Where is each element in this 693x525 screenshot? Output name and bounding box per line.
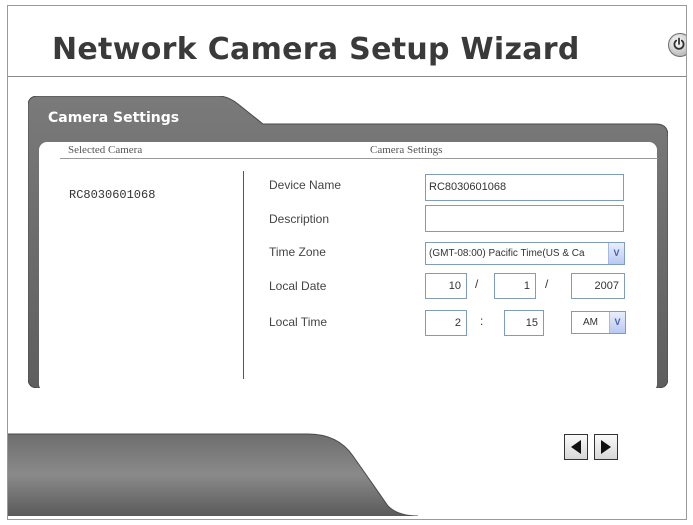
ampm-value: AM [583,317,598,328]
description-field[interactable] [425,205,624,232]
power-button[interactable] [668,33,686,57]
time-hour-field[interactable]: 2 [425,310,467,336]
camera-list-item[interactable]: RC8030601068 [69,188,155,202]
title-divider [8,76,686,77]
time-minute-field[interactable]: 15 [504,310,544,336]
time-zone-label: Time Zone [269,245,326,259]
date-day-field[interactable]: 1 [494,273,536,299]
footer-bar [8,433,419,516]
panel-tab-label: Camera Settings [48,110,180,126]
chevron-down-icon: V [609,312,625,333]
device-name-field[interactable]: RC8030601068 [425,174,624,201]
back-button[interactable] [564,434,588,460]
time-separator: : [480,314,484,328]
wizard-window: Network Camera Setup Wizard Camera Setti… [7,5,687,520]
header-divider [60,158,658,159]
power-icon [673,37,685,50]
device-name-label: Device Name [269,178,342,192]
date-year-field[interactable]: 2007 [571,273,625,299]
right-arrow-icon [601,440,611,454]
local-time-label: Local Time [269,315,328,329]
chevron-down-icon: V [608,243,624,264]
description-label: Description [269,212,330,226]
local-date-label: Local Date [269,279,327,293]
left-arrow-icon [571,440,581,454]
date-month-field[interactable]: 10 [425,273,467,299]
date-separator: / [475,277,479,291]
next-button[interactable] [594,434,618,460]
column-divider [243,171,244,379]
camera-settings-header: Camera Settings [370,144,443,156]
time-zone-select[interactable]: (GMT-08:00) Pacific Time(US & Ca V [425,242,625,265]
time-zone-value: (GMT-08:00) Pacific Time(US & Ca [429,248,585,259]
date-separator: / [545,277,549,291]
selected-camera-header: Selected Camera [68,144,143,156]
page-title: Network Camera Setup Wizard [52,32,580,67]
ampm-select[interactable]: AM V [571,311,626,334]
